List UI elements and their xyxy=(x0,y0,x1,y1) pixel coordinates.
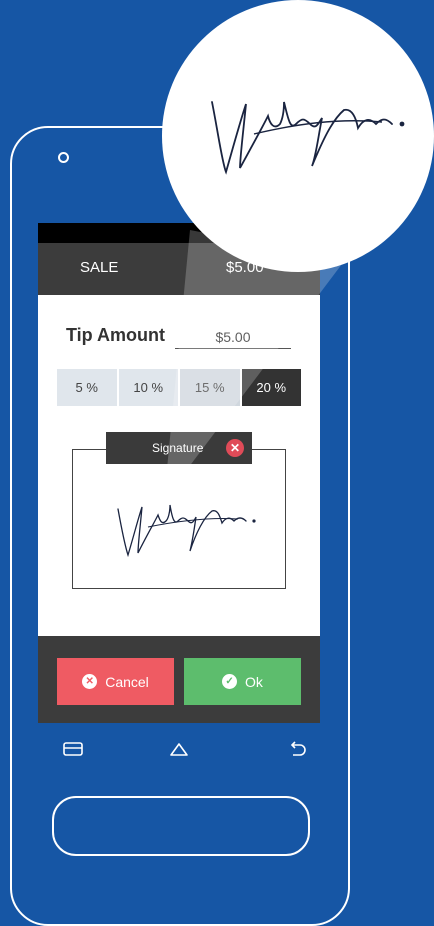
tip-amount-row: Tip Amount $5.00 xyxy=(38,321,320,351)
signature-zoom-stroke xyxy=(211,101,405,175)
tip-amount-field[interactable]: $5.00 xyxy=(175,329,291,349)
menu-icon[interactable] xyxy=(62,737,84,759)
signature-label: Signature xyxy=(152,441,204,455)
close-circle-icon: ✕ xyxy=(82,674,98,689)
android-nav-bar xyxy=(38,723,320,773)
tip-amount-label: Tip Amount xyxy=(66,325,165,345)
phone-home-button xyxy=(52,796,310,856)
signature-header: Signature ✕ xyxy=(106,432,252,464)
signature-magnifier xyxy=(162,0,434,272)
tip-percentage-selector: 5 % 10 % 15 % 20 % xyxy=(57,369,301,406)
tip-option-20[interactable]: 20 % xyxy=(241,369,301,406)
ok-button[interactable]: ✓ Ok xyxy=(184,658,301,705)
ok-button-label: Ok xyxy=(245,673,263,690)
check-circle-icon: ✓ xyxy=(222,674,238,689)
back-icon[interactable] xyxy=(286,737,308,759)
tip-option-5[interactable]: 5 % xyxy=(57,369,117,406)
signature-stroke xyxy=(117,504,256,558)
cancel-button-label: Cancel xyxy=(105,673,149,690)
camera-icon xyxy=(58,152,69,163)
home-icon[interactable] xyxy=(168,737,190,759)
tip-option-10[interactable]: 10 % xyxy=(118,369,178,406)
tip-option-15[interactable]: 15 % xyxy=(180,369,240,406)
device-screen: SALE $5.00 Tip Amount $5.00 5 % 10 % 15 … xyxy=(38,223,320,723)
cancel-button[interactable]: ✕ Cancel xyxy=(57,658,174,705)
close-circle-icon[interactable]: ✕ xyxy=(226,439,244,457)
action-bar: ✕ Cancel ✓ Ok xyxy=(38,636,320,723)
transaction-type-label: SALE xyxy=(80,259,119,276)
